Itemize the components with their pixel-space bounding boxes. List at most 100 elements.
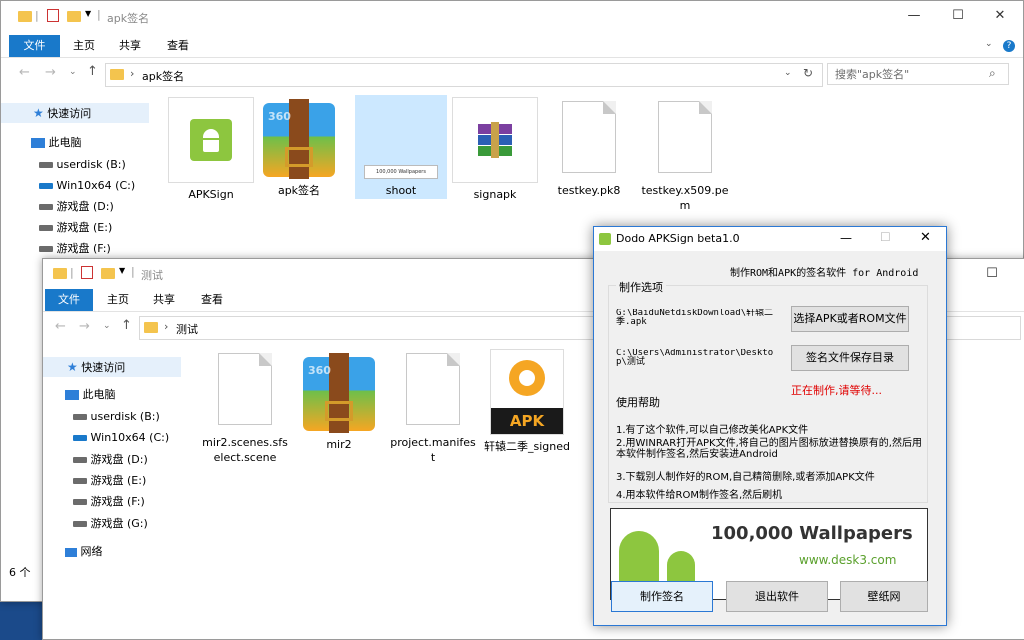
nav-drive[interactable]: userdisk (B:) (73, 407, 160, 427)
drive-icon (73, 414, 87, 420)
forward-arrow-icon[interactable]: → (45, 65, 56, 80)
file-item[interactable]: APKSign (167, 97, 255, 202)
save-dir-button[interactable]: 签名文件保存目录 (791, 345, 909, 371)
properties-icon[interactable] (47, 9, 59, 22)
help-line: 1.有了这个软件,可以自己修改美化APK文件 (616, 425, 809, 436)
options-group-label: 制作选项 (616, 279, 666, 295)
up-arrow-icon[interactable]: ↑ (121, 318, 132, 333)
apk-package-icon: APK (490, 349, 564, 435)
star-icon: ★ (33, 106, 44, 120)
chevron-down-icon[interactable]: ⌄ (69, 67, 77, 77)
maximize-button[interactable]: ☐ (935, 1, 981, 31)
tab-home[interactable]: 主页 (67, 35, 101, 57)
save-dir-text: C:\Users\Administrator\Desktop\测试 (616, 349, 774, 367)
windows-drive-icon (39, 183, 53, 189)
image-thumbnail: 100,000 Wallpapers (364, 165, 438, 179)
close-button[interactable]: ✕ (920, 230, 931, 245)
file-item[interactable]: mir2.scenes.sfselect.scene (201, 353, 289, 465)
file-item[interactable]: 360 mir2 (295, 351, 383, 452)
nav-drive[interactable]: 游戏盘 (F:) (73, 492, 145, 512)
up-arrow-icon[interactable]: ↑ (87, 64, 98, 79)
search-icon[interactable]: ⌕ (989, 66, 996, 81)
tab-view[interactable]: 查看 (195, 289, 229, 311)
banner-url: www.desk3.com (799, 553, 897, 567)
exit-button[interactable]: 退出软件 (726, 581, 828, 612)
nav-drive[interactable]: Win10x64 (C:) (39, 176, 135, 196)
nav-quick-access[interactable]: ★ 快速访问 (1, 103, 149, 123)
file-name: APKSign (188, 188, 234, 201)
properties-icon[interactable] (81, 266, 93, 279)
chevron-down-icon[interactable]: ⌄ (784, 68, 792, 78)
network-icon (65, 547, 77, 557)
address-bar[interactable]: › apk签名 ⌄ ↻ (105, 63, 823, 87)
file-name: project.manifest (390, 436, 476, 464)
search-input[interactable]: 搜索"apk签名" (827, 63, 1009, 85)
close-button[interactable]: ✕ (977, 1, 1023, 31)
make-signature-button[interactable]: 制作签名 (611, 581, 713, 612)
minimize-button[interactable]: — (891, 1, 937, 31)
tab-view[interactable]: 查看 (161, 35, 195, 57)
refresh-icon[interactable]: ↻ (803, 66, 813, 80)
file-item[interactable]: testkey.x509.pem (641, 101, 729, 213)
forward-arrow-icon[interactable]: → (79, 319, 90, 334)
nav-drive[interactable]: 游戏盘 (D:) (39, 197, 114, 217)
drive-icon (39, 225, 53, 231)
breadcrumb[interactable]: apk签名 (142, 68, 184, 84)
file-item[interactable]: testkey.pk8 (545, 101, 633, 198)
nav-drive[interactable]: 游戏盘 (E:) (39, 218, 112, 238)
nav-drive[interactable]: 游戏盘 (F:) (39, 239, 111, 259)
chevron-down-icon[interactable]: ⌄ (985, 39, 993, 49)
back-arrow-icon[interactable]: ← (19, 65, 30, 80)
folder-icon (53, 268, 67, 279)
breadcrumb[interactable]: 测试 (176, 321, 198, 337)
tab-home[interactable]: 主页 (101, 289, 135, 311)
navigation-pane: ★ 快速访问 此电脑 userdisk (B:) Win10x64 (C:) 游… (43, 349, 183, 639)
file-item[interactable]: signapk (451, 97, 539, 202)
back-arrow-icon[interactable]: ← (55, 319, 66, 334)
window-title: 测试 (141, 269, 163, 282)
tab-share[interactable]: 共享 (113, 35, 147, 57)
new-folder-icon[interactable] (67, 11, 81, 22)
nav-this-pc[interactable]: 此电脑 (65, 385, 116, 405)
maximize-button: ☐ (880, 230, 891, 244)
tab-file[interactable]: 文件 (45, 289, 93, 311)
file-item[interactable]: APK 轩辕二季_signed (483, 349, 571, 454)
drive-icon (39, 204, 53, 210)
file-name: testkey.x509.pem (641, 184, 729, 212)
chevron-down-icon[interactable]: ▼ (85, 9, 91, 18)
chevron-down-icon[interactable]: ▼ (119, 266, 125, 275)
folder-icon (144, 322, 158, 333)
document-icon (562, 101, 616, 173)
nav-this-pc[interactable]: 此电脑 (31, 133, 82, 153)
file-item[interactable]: project.manifest (389, 353, 477, 465)
choose-apk-button[interactable]: 选择APK或者ROM文件 (791, 306, 909, 332)
help-line: 4.用本软件给ROM制作签名,然后刷机 (616, 490, 783, 501)
wallpaper-site-button[interactable]: 壁纸网 (840, 581, 928, 612)
nav-quick-access[interactable]: ★ 快速访问 (43, 357, 181, 377)
file-name: mir2.scenes.sfselect.scene (202, 436, 288, 464)
apk-file-icon (168, 97, 254, 183)
tab-file[interactable]: 文件 (9, 35, 60, 57)
nav-drive[interactable]: 游戏盘 (E:) (73, 471, 146, 491)
nav-drive[interactable]: userdisk (B:) (39, 155, 126, 175)
status-item-count: 6 个 (9, 566, 31, 579)
nav-network[interactable]: 网络 (65, 542, 103, 562)
nav-drive[interactable]: 游戏盘 (D:) (73, 450, 148, 470)
zip-archive-icon: 360 (263, 97, 335, 179)
help-label: 使用帮助 (616, 396, 660, 409)
chevron-down-icon[interactable]: ⌄ (103, 321, 111, 331)
help-line: 3.下载别人制作好的ROM,自己精简删除,或者添加APK文件 (616, 472, 875, 483)
file-name: shoot (385, 184, 417, 197)
file-item[interactable]: 360 apk签名 (255, 97, 343, 198)
nav-drive[interactable]: 游戏盘 (G:) (73, 514, 148, 534)
new-folder-icon[interactable] (101, 268, 115, 279)
maximize-button[interactable]: ☐ (969, 259, 1015, 289)
computer-icon (65, 390, 79, 400)
file-item-selected[interactable]: 100,000 Wallpapers shoot (355, 95, 447, 199)
dialog-title: Dodo APKSign beta1.0 (616, 232, 740, 245)
banner-title: 100,000 Wallpapers (711, 523, 913, 544)
nav-drive[interactable]: Win10x64 (C:) (73, 428, 169, 448)
tab-share[interactable]: 共享 (147, 289, 181, 311)
minimize-button[interactable]: — (840, 231, 852, 245)
help-icon[interactable]: ? (1003, 40, 1015, 52)
